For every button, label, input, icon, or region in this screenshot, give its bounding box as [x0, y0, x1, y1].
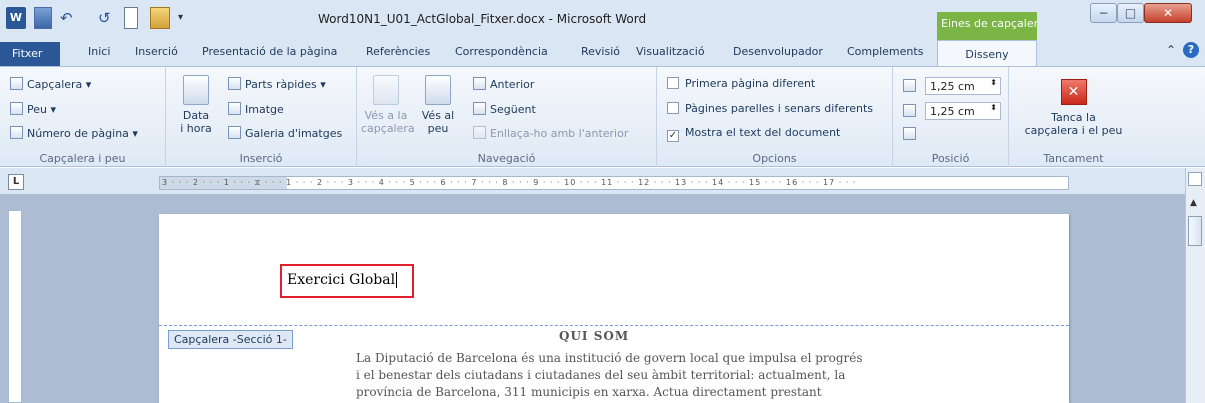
next-icon	[473, 102, 486, 115]
vertical-ruler[interactable]	[8, 210, 22, 403]
show-text-checkbox[interactable]: ✓ Mostra el text del document	[667, 126, 840, 142]
group-close: ✕ Tanca la capçalera i el peu Tancament	[1009, 67, 1138, 167]
customize-qat-icon[interactable]: ▾	[178, 7, 190, 29]
header-position-icon	[903, 79, 920, 93]
close-button[interactable]: ✕	[1144, 3, 1192, 23]
tab-visualitzacio[interactable]: Visualització	[636, 45, 705, 58]
title-bar: W ↶ ↺ ▾ Word10N1_U01_ActGlobal_Fitxer.do…	[0, 0, 1205, 40]
quick-parts-icon	[228, 77, 241, 90]
tab-disseny[interactable]: Disseny	[937, 40, 1037, 67]
context-tool-title: Eines de capçalera i ...	[937, 12, 1037, 40]
new-document-icon[interactable]	[124, 7, 138, 29]
header-boundary	[159, 325, 1069, 326]
header-text[interactable]: Exercici Global	[280, 264, 414, 298]
group-options: Primera pàgina diferent Pàgines parelles…	[657, 67, 893, 167]
minimize-button[interactable]: −	[1090, 3, 1117, 23]
first-page-checkbox[interactable]: Primera pàgina diferent	[667, 77, 815, 90]
window-title: Word10N1_U01_ActGlobal_Fitxer.docx - Mic…	[318, 12, 647, 26]
calendar-clock-icon	[183, 75, 209, 105]
goto-header-icon	[373, 75, 399, 105]
footer-button[interactable]: Peu ▾	[10, 102, 56, 116]
goto-footer-button[interactable]: Vés al peu	[419, 75, 457, 135]
tab-correspondencia[interactable]: Correspondència	[455, 45, 548, 58]
tab-referencies[interactable]: Referències	[366, 45, 430, 58]
tab-desenvolupador[interactable]: Desenvolupador	[733, 45, 823, 58]
tab-insercio[interactable]: Inserció	[135, 45, 178, 58]
redo-icon[interactable]: ↺	[98, 7, 116, 29]
date-time-button[interactable]: Data i hora	[174, 75, 218, 135]
header-button[interactable]: Capçalera ▾	[10, 77, 91, 91]
footer-position-icon	[903, 104, 920, 118]
quick-parts-button[interactable]: Parts ràpides ▾	[228, 77, 326, 91]
header-section-tag: Capçalera -Secció 1-	[168, 330, 293, 349]
group-insert: Data i hora Parts ràpides ▾ Imatge Galeri…	[166, 67, 357, 167]
ribbon: Capçalera ▾ Peu ▾ Número de pàgina ▾ Cap…	[0, 66, 1205, 167]
previous-icon	[473, 77, 486, 90]
previous-button[interactable]: Anterior	[473, 77, 534, 91]
ruler-toggle-icon[interactable]	[1188, 172, 1202, 186]
body-line: La Diputació de Barcelona és una institu…	[356, 351, 863, 365]
group-position: 1,25 cm ⬍ 1,25 cm ⬍ Posició	[893, 67, 1009, 167]
tab-revisio[interactable]: Revisió	[581, 45, 620, 58]
insert-alignment-tab-icon[interactable]	[903, 127, 920, 141]
close-header-footer-button[interactable]: ✕ Tanca la capçalera i el peu	[1013, 75, 1134, 137]
scroll-up-icon[interactable]: ▲	[1190, 198, 1197, 208]
tab-inici[interactable]: Inici	[88, 45, 110, 58]
group-navigation: Vés a la capçalera Vés al peu Anterior Seg…	[357, 67, 657, 167]
image-button[interactable]: Imatge	[228, 102, 284, 116]
horizontal-ruler[interactable]: 3 · · · 2 · · · 1 · · · ⧖ · · · 1 · · · …	[159, 176, 1069, 190]
tab-fitxer[interactable]: Fitxer	[0, 42, 60, 66]
tab-selector-button[interactable]: L	[8, 174, 24, 190]
clipart-icon	[228, 126, 241, 139]
group-label: Posició	[931, 152, 970, 165]
link-previous-button[interactable]: Enllaça-ho amb l'anterior	[473, 126, 628, 140]
group-label: Capçalera i peu	[39, 152, 126, 165]
group-label: Opcions	[752, 152, 797, 165]
undo-icon[interactable]: ↶	[60, 7, 82, 29]
group-label: Tancament	[1043, 152, 1104, 165]
scroll-thumb[interactable]	[1188, 216, 1202, 246]
footer-position-input[interactable]: 1,25 cm ⬍	[925, 102, 1001, 120]
next-button[interactable]: Següent	[473, 102, 536, 116]
close-x-icon: ✕	[1060, 79, 1087, 105]
goto-footer-icon	[425, 75, 451, 105]
word-app-icon[interactable]: W	[6, 7, 26, 29]
group-label: Navegació	[477, 152, 536, 165]
open-folder-icon[interactable]	[150, 7, 170, 29]
page-number-button[interactable]: Número de pàgina ▾	[10, 126, 138, 140]
save-icon[interactable]	[34, 7, 52, 29]
image-icon	[228, 102, 241, 115]
maximize-button[interactable]: □	[1117, 3, 1144, 23]
group-header-footer: Capçalera ▾ Peu ▾ Número de pàgina ▾ Cap…	[0, 67, 166, 167]
minimize-ribbon-icon[interactable]: ⌃	[1166, 43, 1176, 57]
link-icon	[473, 126, 486, 139]
header-icon	[10, 77, 23, 90]
page-number-icon	[10, 126, 23, 139]
group-label: Inserció	[239, 152, 283, 165]
body-line: província de Barcelona, 311 municipis en…	[356, 385, 822, 399]
clipart-button[interactable]: Galeria d'imatges	[228, 126, 342, 140]
tab-presentacio[interactable]: Presentació de la pàgina	[202, 45, 337, 58]
footer-icon	[10, 102, 23, 115]
odd-even-checkbox[interactable]: Pàgines parelles i senars diferents	[667, 102, 873, 115]
section-heading: QUI SOM	[559, 329, 630, 343]
help-icon[interactable]: ?	[1183, 42, 1199, 58]
body-line: i el benestar dels ciutadans i ciutadane…	[356, 368, 846, 382]
tab-complements[interactable]: Complements	[847, 45, 923, 58]
goto-header-button[interactable]: Vés a la capçalera	[361, 75, 415, 135]
vertical-scrollbar[interactable]: ▲	[1185, 168, 1205, 403]
header-position-input[interactable]: 1,25 cm ⬍	[925, 77, 1001, 95]
